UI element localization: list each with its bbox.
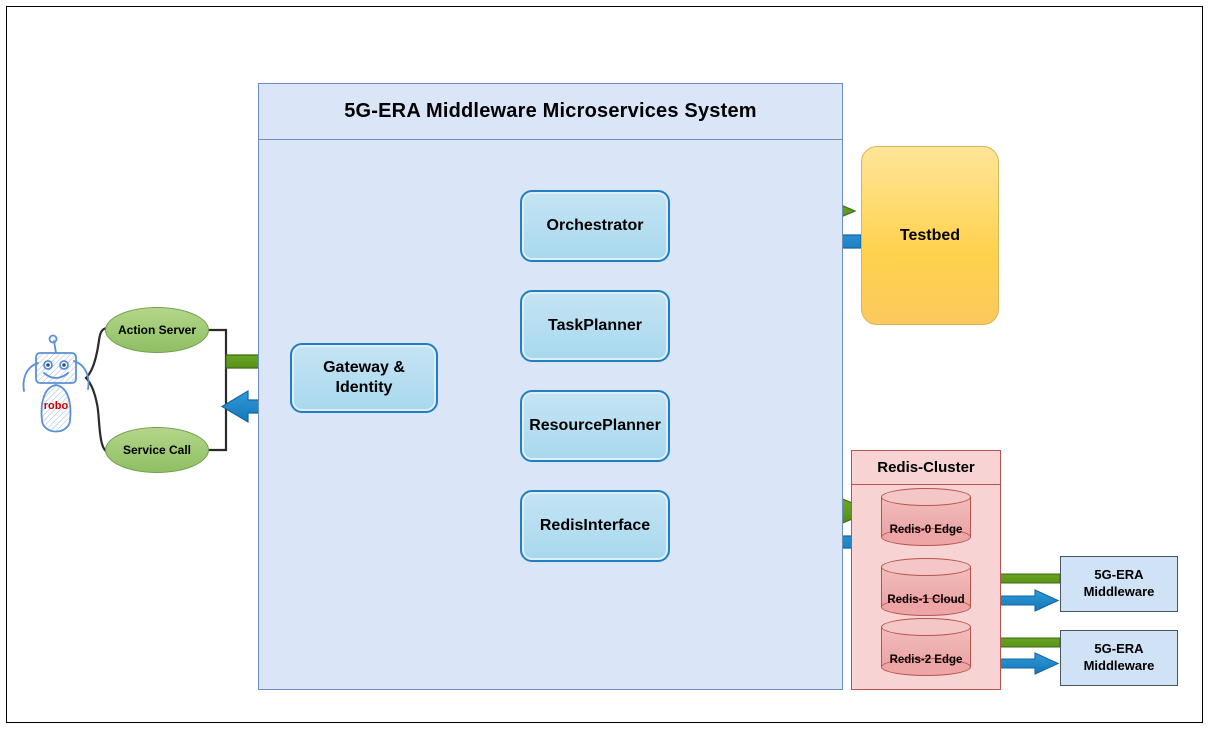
testbed-label: Testbed xyxy=(899,226,961,244)
resourceplanner-label: ResourcePlanner xyxy=(529,417,661,434)
service-box-resourceplanner[interactable]: ResourcePlanner xyxy=(520,390,670,462)
client-interface-action-server[interactable]: Action Server xyxy=(105,307,209,353)
redis-cluster-title-bar: Redis-Cluster xyxy=(852,451,1000,485)
redisinterface-label: RedisInterface xyxy=(539,517,651,534)
system-title-bar: 5G-ERA Middleware Microservices System xyxy=(259,84,842,140)
testbed-box[interactable]: Testbed xyxy=(861,146,999,325)
external-middleware-1-line1: 5G-ERA xyxy=(1094,567,1144,583)
service-box-orchestrator[interactable]: Orchestrator xyxy=(520,190,670,262)
redis-node-2-label: Redis-2 Edge xyxy=(889,654,963,666)
external-middleware-2-line1: 5G-ERA xyxy=(1094,641,1144,657)
external-middleware-box-1[interactable]: 5G-ERA Middleware xyxy=(1060,556,1178,612)
redis-node-2[interactable]: Redis-2 Edge xyxy=(881,618,971,676)
redis-node-1-label: Redis-1 Cloud xyxy=(887,594,965,606)
cylinder-top xyxy=(881,558,971,576)
robot-body-label: robo xyxy=(44,400,69,412)
gateway-label-line2: Identity xyxy=(335,379,393,396)
gateway-label-line1: Gateway & xyxy=(323,359,405,376)
external-middleware-1-label: 5G-ERA Middleware xyxy=(1084,567,1155,601)
taskplanner-label: TaskPlanner xyxy=(548,317,642,334)
redis-node-0-label: Redis-0 Edge xyxy=(889,524,963,536)
redis-cluster-title: Redis-Cluster xyxy=(877,459,975,476)
service-box-taskplanner[interactable]: TaskPlanner xyxy=(520,290,670,362)
client-interface-service-call[interactable]: Service Call xyxy=(105,427,209,473)
redis-node-0[interactable]: Redis-0 Edge xyxy=(881,488,971,546)
external-middleware-box-2[interactable]: 5G-ERA Middleware xyxy=(1060,630,1178,686)
cylinder-top xyxy=(881,488,971,506)
robot-sketch-icon: robo xyxy=(22,334,90,433)
cylinder-top xyxy=(881,618,971,636)
redis-node-1[interactable]: Redis-1 Cloud xyxy=(881,558,971,616)
system-title: 5G-ERA Middleware Microservices System xyxy=(344,100,757,122)
external-middleware-1-line2: Middleware xyxy=(1083,584,1155,599)
service-call-label: Service Call xyxy=(122,443,192,457)
service-box-redisinterface[interactable]: RedisInterface xyxy=(520,490,670,562)
service-box-gateway-identity[interactable]: Gateway & Identity xyxy=(290,343,438,413)
external-middleware-2-label: 5G-ERA Middleware xyxy=(1084,641,1155,675)
orchestrator-label: Orchestrator xyxy=(546,217,644,234)
external-middleware-2-line2: Middleware xyxy=(1083,658,1155,673)
action-server-label: Action Server xyxy=(117,323,197,337)
diagram-canvas: robo Action Server Service Call 5G-ERA M… xyxy=(0,0,1211,731)
gateway-identity-label: Gateway & Identity xyxy=(319,358,409,398)
